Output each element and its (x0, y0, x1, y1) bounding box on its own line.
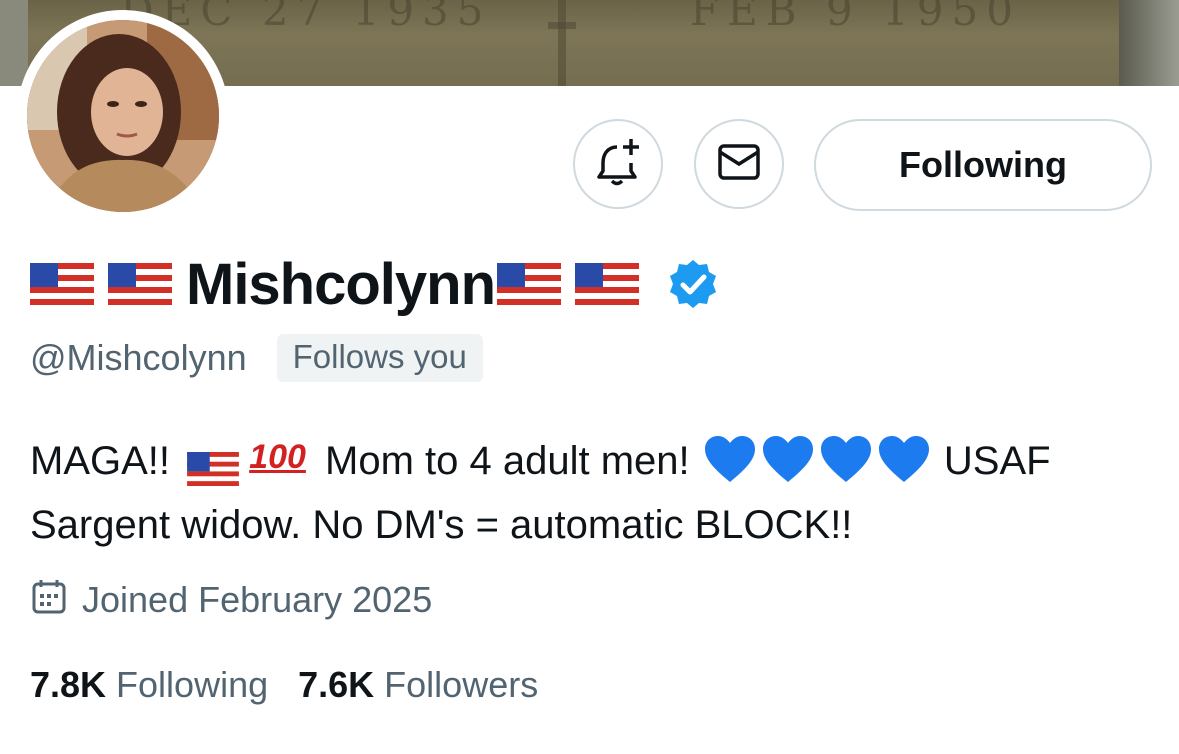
envelope-icon (717, 143, 761, 186)
us-flag-icon (187, 442, 240, 487)
us-flag-icon (30, 263, 94, 305)
handle: @Mishcolynn (30, 337, 247, 378)
stats-row: 7.8K Following 7.6K Followers (30, 664, 538, 706)
us-flag-icon (575, 263, 640, 305)
hundred-points-icon: 100 (249, 438, 306, 476)
blue-heart-icon (703, 434, 757, 484)
avatar[interactable] (27, 20, 219, 212)
follows-you-badge: Follows you (276, 334, 483, 382)
display-name: Mishcolynn (186, 251, 496, 317)
joined-date: Joined February 2025 (82, 578, 433, 620)
joined-row: Joined February 2025 (30, 578, 432, 621)
followers-label: Followers (384, 664, 539, 705)
message-button[interactable] (694, 119, 784, 209)
following-label: Following (116, 664, 269, 705)
bio-text-1: MAGA!! (30, 439, 171, 483)
bio: MAGA!! 100 Mom to 4 adult men! USAF Sarg… (30, 430, 1150, 556)
banner-stone-edge (0, 0, 28, 86)
banner-cross (548, 0, 576, 86)
blue-heart-icon (761, 434, 815, 484)
bio-text-2: Mom to 4 adult men! (325, 439, 690, 483)
notify-button[interactable] (573, 119, 663, 209)
followers-stat-link[interactable]: 7.6K Followers (298, 664, 538, 706)
banner-engraving-right: FEB 9 1950 (690, 0, 1021, 35)
us-flag-icon (497, 263, 562, 305)
following-stat-link[interactable]: 7.8K Following (30, 664, 268, 706)
handle-row: @Mishcolynn Follows you (30, 334, 483, 382)
following-count: 7.8K (30, 664, 107, 705)
display-name-row: Mishcolynn (30, 248, 719, 320)
calendar-icon (30, 578, 68, 621)
bell-plus-icon (595, 137, 641, 192)
followers-count: 7.6K (298, 664, 375, 705)
us-flag-icon (108, 263, 172, 305)
blue-heart-icon (877, 434, 931, 484)
banner-stone-edge-right (1119, 0, 1179, 86)
blue-heart-icon (819, 434, 873, 484)
verified-badge-icon[interactable] (667, 258, 719, 310)
following-button[interactable]: Following (814, 119, 1152, 211)
